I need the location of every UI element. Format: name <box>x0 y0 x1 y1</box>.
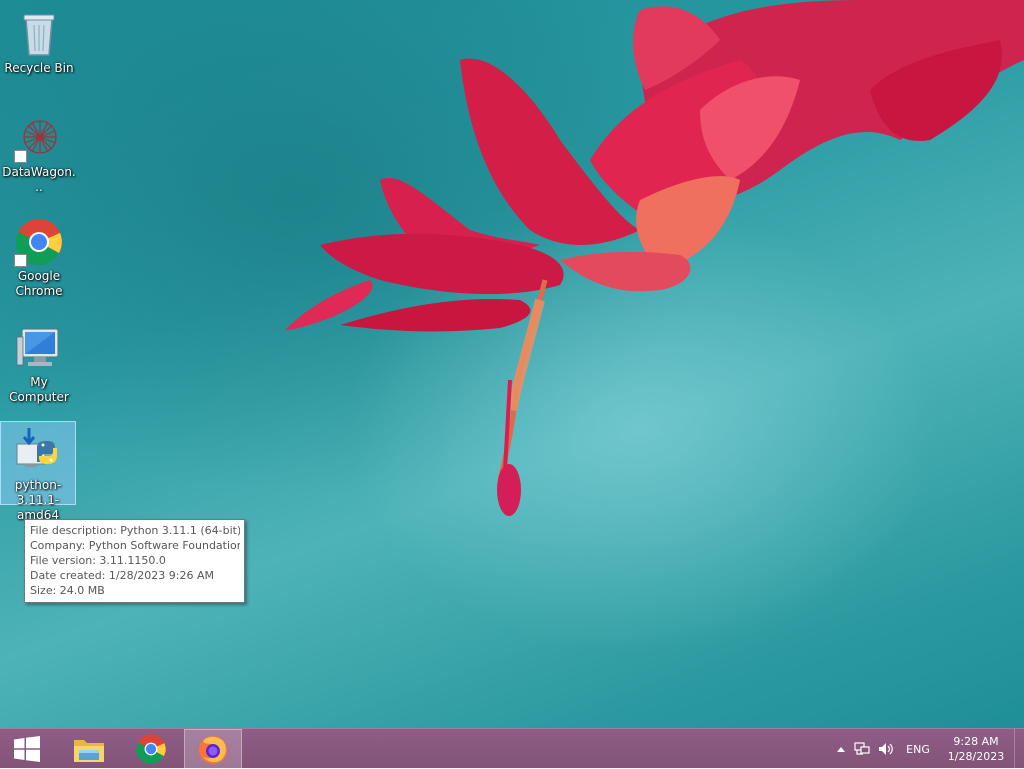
file-info-tooltip: File description: Python 3.11.1 (64-bit)… <box>24 519 245 603</box>
taskbar-firefox[interactable] <box>184 729 242 769</box>
clock-time: 9:28 AM <box>953 735 999 748</box>
datawagon-icon <box>14 113 64 163</box>
clock[interactable]: 9:28 AM 1/28/2023 <box>938 729 1014 769</box>
windows-logo-icon <box>14 736 40 762</box>
desktop-icon-python-installer[interactable]: python-3.11.1-amd64 <box>0 421 76 522</box>
chevron-up-icon <box>837 747 845 752</box>
firefox-icon <box>199 736 227 764</box>
desktop-icon-recycle-bin[interactable]: Recycle Bin <box>1 4 77 77</box>
desktop-icon-label: Google Chrome <box>15 269 63 298</box>
folder-icon <box>74 740 104 762</box>
volume-button[interactable] <box>874 729 898 769</box>
desktop-icon-my-computer[interactable]: My Computer <box>1 318 77 406</box>
tooltip-size: Size: 24.0 MB <box>30 584 105 597</box>
desktop-icon-datawagon[interactable]: DataWagon... <box>1 108 77 196</box>
python-installer-icon <box>13 426 63 476</box>
desktop[interactable]: Recycle Bin DataWagon... Google Chrome M… <box>0 0 1024 728</box>
speaker-icon <box>879 743 893 755</box>
tooltip-file-description: File description: Python 3.11.1 (64-bit) <box>30 524 240 537</box>
language-indicator[interactable]: ENG <box>898 729 938 769</box>
tooltip-file-version: File version: 3.11.1150.0 <box>30 554 166 567</box>
desktop-icon-google-chrome[interactable]: Google Chrome <box>1 212 77 300</box>
network-icon <box>854 742 870 755</box>
desktop-icon-label: DataWagon... <box>2 165 76 194</box>
system-tray: ENG 9:28 AM 1/28/2023 <box>832 729 1024 769</box>
chrome-icon <box>14 217 64 267</box>
chrome-icon <box>136 734 166 764</box>
shortcut-arrow-icon <box>14 254 27 267</box>
taskbar: ENG 9:28 AM 1/28/2023 <box>0 728 1024 769</box>
network-button[interactable] <box>850 729 874 769</box>
recycle-bin-icon <box>14 9 64 59</box>
taskbar-chrome[interactable] <box>122 729 180 769</box>
wallpaper-flower <box>285 0 1024 516</box>
desktop-icon-label: Recycle Bin <box>4 61 74 75</box>
taskbar-file-explorer[interactable] <box>60 729 118 769</box>
tooltip-date-created: Date created: 1/28/2023 9:26 AM <box>30 569 215 582</box>
tooltip-company: Company: Python Software Foundation <box>30 539 240 552</box>
desktop-icon-label: python-3.11.1-amd64 <box>14 478 62 522</box>
show-hidden-icons-button[interactable] <box>832 729 850 769</box>
clock-date: 1/28/2023 <box>947 750 1005 763</box>
computer-icon <box>14 323 64 373</box>
desktop-icon-label: My Computer <box>9 375 69 404</box>
shortcut-arrow-icon <box>14 150 27 163</box>
start-button[interactable] <box>0 729 54 769</box>
language-label: ENG <box>906 742 930 756</box>
show-desktop-button[interactable] <box>1014 729 1024 769</box>
